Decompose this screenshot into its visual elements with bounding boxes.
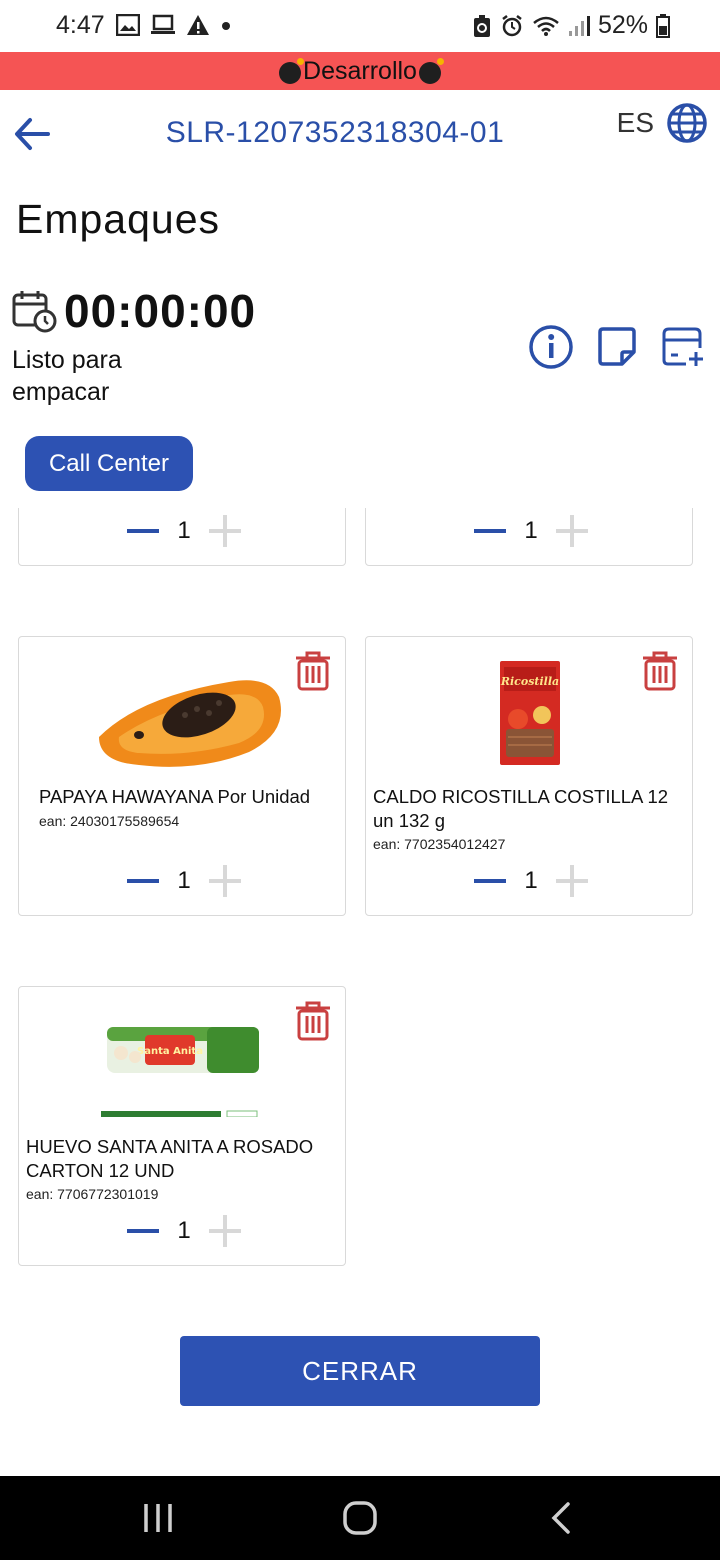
product-image-papaya	[99, 680, 281, 767]
trash-icon[interactable]	[293, 999, 333, 1041]
language-selector[interactable]: ES	[617, 102, 708, 144]
product-card: 1	[18, 508, 346, 566]
notification-icons	[116, 14, 232, 36]
dot-icon	[222, 22, 230, 30]
gallery-icon	[116, 14, 140, 36]
laptop-icon	[151, 14, 175, 34]
product-ean: ean: 24030175589654	[39, 813, 180, 829]
product-image-huevos: Santa Anita	[101, 1027, 259, 1117]
home-icon[interactable]	[340, 1498, 380, 1538]
status-time: 4:47	[56, 11, 105, 39]
timer-value: 00:00:00	[64, 285, 257, 337]
product-ean: ean: 7706772301019	[26, 1186, 159, 1202]
globe-icon	[667, 103, 707, 143]
increase-button[interactable]	[209, 1215, 241, 1247]
trash-icon[interactable]	[640, 649, 680, 691]
product-image-ricostilla: Ricostilla	[500, 661, 560, 765]
product-card: Santa Anita HUEVO SANTA ANITA A ROSADO C…	[18, 986, 346, 1266]
order-id-title: SLR-1207352318304-01	[165, 116, 505, 149]
quantity-value: 1	[177, 1217, 191, 1244]
product-ean: ean: 7702354012427	[373, 836, 506, 852]
product-grid: 1 1 PAPAYA HAWAYANA Por Unidad ean: 2403…	[0, 508, 720, 1308]
decrease-button[interactable]	[127, 1229, 159, 1233]
quantity-stepper: 1	[127, 1215, 241, 1247]
system-nav-bar	[0, 1476, 720, 1560]
action-icons	[528, 324, 706, 370]
product-card: Ricostilla CALDO RICOSTILLA COSTILLA 12 …	[365, 636, 693, 916]
packing-status: Listo para empacar	[12, 346, 122, 406]
bomb-icon	[279, 58, 305, 84]
product-card: 1	[365, 508, 693, 566]
decrease-button[interactable]	[474, 529, 506, 533]
quantity-stepper: 1	[474, 865, 588, 897]
wifi-icon	[533, 16, 559, 36]
recycle-icon	[473, 14, 490, 37]
app-header: SLR-1207352318304-01 ES	[0, 90, 720, 180]
page-title: Empaques	[16, 196, 221, 242]
close-button[interactable]: CERRAR	[180, 1336, 540, 1406]
decrease-button[interactable]	[474, 879, 506, 883]
back-icon[interactable]	[542, 1498, 582, 1538]
decrease-button[interactable]	[127, 879, 159, 883]
increase-button[interactable]	[209, 515, 241, 547]
product-card: PAPAYA HAWAYANA Por Unidad ean: 24030175…	[18, 636, 346, 916]
quantity-value: 1	[177, 517, 191, 544]
calendar-clock-icon	[12, 291, 57, 333]
bomb-icon	[418, 58, 444, 84]
quantity-stepper: 1	[127, 515, 241, 547]
environment-banner: Desarrollo	[0, 52, 720, 90]
quantity-value: 1	[524, 867, 538, 894]
battery-percent: 52%	[597, 11, 648, 39]
environment-label: Desarrollo	[303, 56, 417, 85]
add-package-icon[interactable]	[660, 324, 706, 370]
info-icon[interactable]	[528, 324, 574, 370]
status-bar: 4:47 52%	[0, 0, 720, 52]
warning-icon	[187, 15, 209, 35]
decrease-button[interactable]	[127, 529, 159, 533]
product-image-label: Santa Anita	[137, 1046, 203, 1057]
quantity-value: 1	[524, 517, 538, 544]
note-icon[interactable]	[594, 324, 640, 370]
increase-button[interactable]	[556, 515, 588, 547]
product-name: HUEVO SANTA ANITA A ROSADO CARTON 12 UND	[26, 1136, 314, 1181]
quantity-stepper: 1	[474, 515, 588, 547]
battery-icon	[656, 13, 670, 38]
trash-icon[interactable]	[293, 649, 333, 691]
alarm-icon	[502, 14, 522, 36]
increase-button[interactable]	[556, 865, 588, 897]
product-name: CALDO RICOSTILLA COSTILLA 12 un 132 g	[373, 786, 669, 831]
language-code: ES	[616, 107, 654, 138]
call-center-button[interactable]: Call Center	[25, 436, 193, 491]
signal-icon	[568, 15, 590, 36]
recent-apps-icon[interactable]	[138, 1498, 178, 1538]
product-image-label: Ricostilla	[500, 675, 559, 688]
product-name: PAPAYA HAWAYANA Por Unidad	[39, 786, 311, 807]
timer-row: 00:00:00	[12, 284, 256, 338]
quantity-value: 1	[177, 867, 191, 894]
increase-button[interactable]	[209, 865, 241, 897]
quantity-stepper: 1	[127, 865, 241, 897]
status-right: 52%	[472, 11, 670, 40]
